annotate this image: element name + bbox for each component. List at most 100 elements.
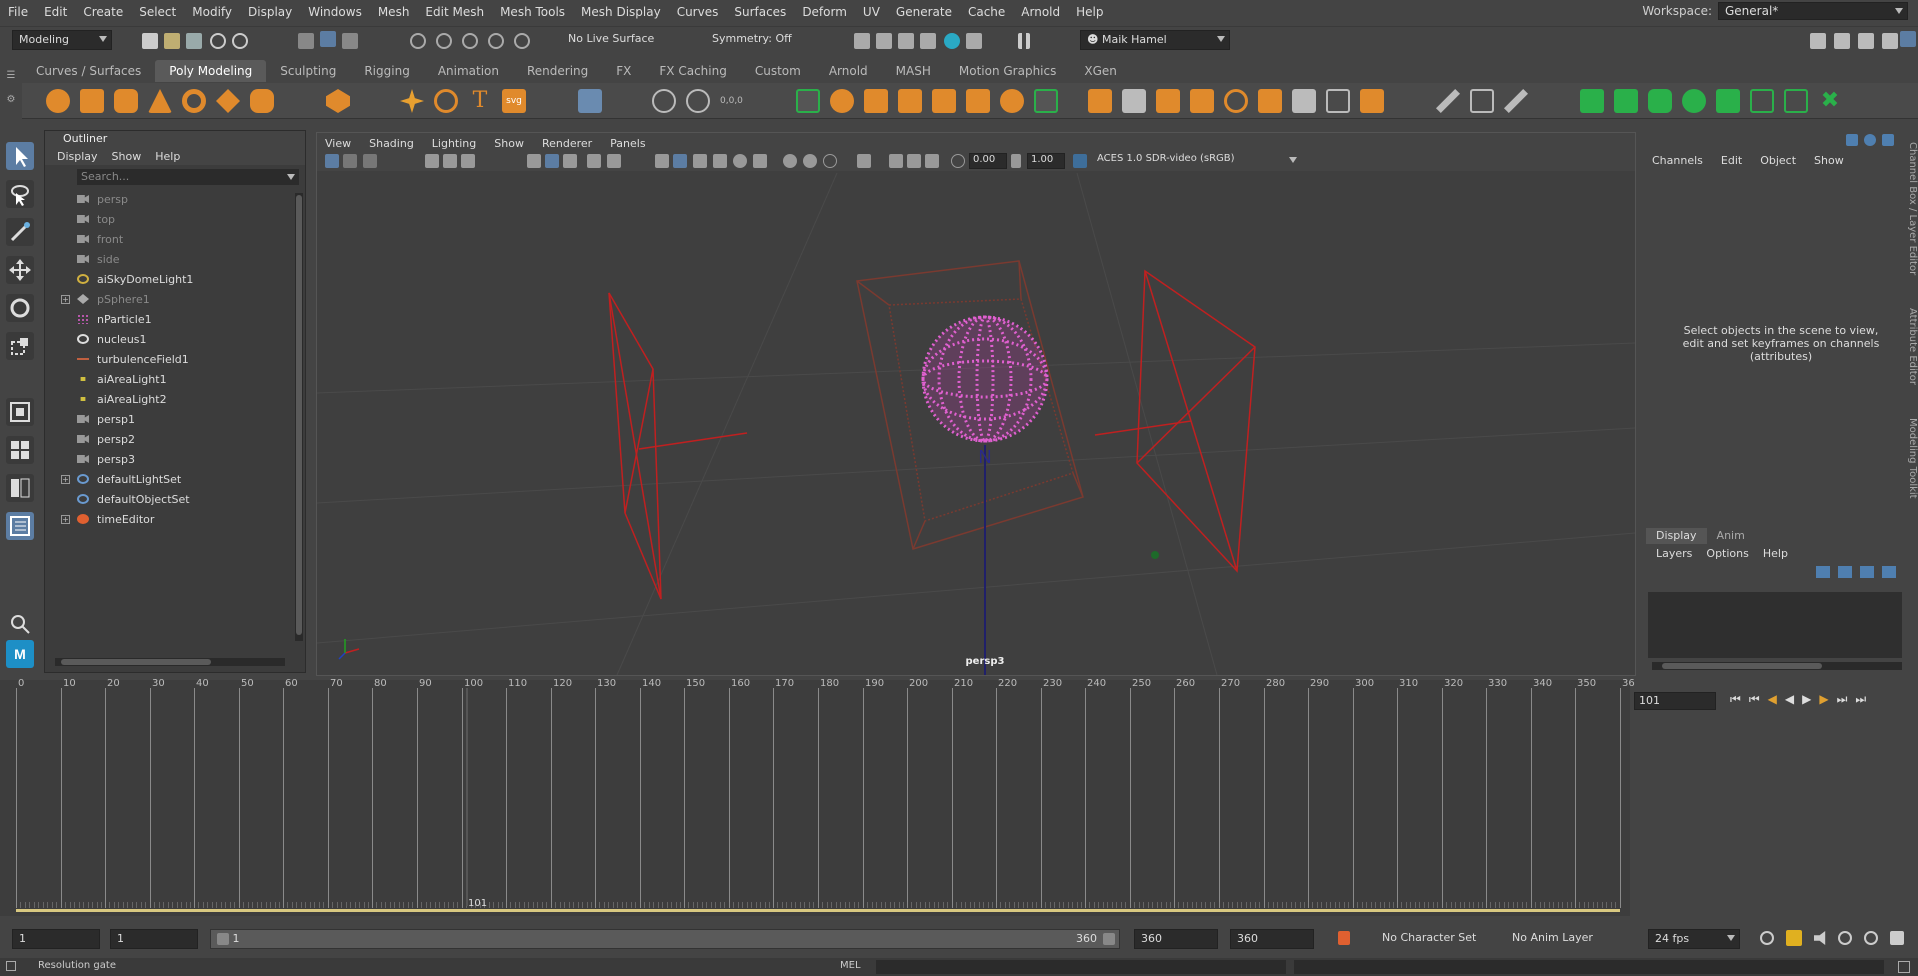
viewport-scene[interactable]: N persp3 — [316, 172, 1636, 676]
workspace-dropdown[interactable]: General* — [1718, 2, 1908, 20]
fps-dropdown[interactable]: 24 fps — [1648, 929, 1740, 949]
character-set-dropdown[interactable]: No Character Set — [1376, 929, 1496, 949]
collapse-icon[interactable] — [1292, 89, 1316, 113]
mel-label[interactable]: MEL — [840, 960, 861, 971]
menu-file[interactable]: File — [0, 0, 36, 24]
tab-arnold[interactable]: Arnold — [815, 60, 882, 82]
expand-icon[interactable]: + — [61, 514, 70, 524]
redo-icon[interactable] — [232, 33, 248, 49]
snap-projected-icon[interactable] — [488, 33, 504, 49]
anim-layer-dropdown[interactable]: No Anim Layer — [1506, 929, 1626, 949]
move-tool-icon[interactable] — [6, 256, 34, 284]
append-icon[interactable] — [1190, 89, 1214, 113]
outliner-item[interactable]: aiAreaLight2 — [45, 389, 305, 409]
bookmarks-icon[interactable] — [363, 154, 377, 168]
user-account-dropdown[interactable]: ☻ Maik Hamel — [1080, 30, 1230, 50]
smooth-shade-icon[interactable] — [673, 154, 687, 168]
super-shape-icon[interactable] — [400, 89, 424, 113]
outliner-item[interactable]: + timeEditor — [45, 509, 305, 529]
snap-grid-icon[interactable] — [410, 33, 426, 49]
multi-cut-icon[interactable] — [1436, 89, 1460, 113]
current-frame-field[interactable]: 101 — [1634, 692, 1716, 710]
menu-arnold[interactable]: Arnold — [1013, 0, 1068, 24]
cylindrical-map-icon[interactable] — [1648, 89, 1672, 113]
outliner-search-input[interactable]: Search... — [77, 169, 299, 185]
tab-modeling-toolkit[interactable]: Modeling Toolkit — [1902, 418, 1918, 518]
tab-attribute-editor[interactable]: Attribute Editor — [1902, 308, 1918, 398]
tab-display[interactable]: Display — [1646, 528, 1707, 544]
snap-point-icon[interactable] — [462, 33, 478, 49]
undo-icon[interactable] — [210, 33, 226, 49]
svg-icon[interactable]: svg — [502, 89, 526, 113]
tab-mash[interactable]: MASH — [882, 60, 945, 82]
tab-rigging[interactable]: Rigging — [350, 60, 423, 82]
tab-rendering[interactable]: Rendering — [513, 60, 602, 82]
poly-cylinder-icon[interactable] — [114, 89, 138, 113]
paint-select-tool-icon[interactable] — [6, 218, 34, 246]
tab-channel-box-layer-editor[interactable]: Channel Box / Layer Editor — [1902, 142, 1918, 282]
menu-surfaces[interactable]: Surfaces — [726, 0, 794, 24]
poly-type-icon[interactable]: T — [468, 89, 492, 113]
pause-icon[interactable] — [1018, 33, 1030, 49]
render-view-icon[interactable] — [920, 33, 936, 49]
outliner-item[interactable]: front — [45, 229, 305, 249]
platonic-solid-icon[interactable] — [326, 89, 350, 113]
tab-fx[interactable]: FX — [602, 60, 645, 82]
menu-uv[interactable]: UV — [855, 0, 888, 24]
menu-cache[interactable]: Cache — [960, 0, 1013, 24]
motion-blur-icon[interactable] — [803, 154, 817, 168]
poly-cube-icon[interactable] — [80, 89, 104, 113]
range-start-handle[interactable] — [217, 933, 229, 945]
scale-tool-icon[interactable] — [6, 332, 34, 360]
persp-outliner-layout-icon[interactable] — [6, 474, 34, 502]
modeling-toolkit-icon[interactable] — [1810, 33, 1826, 49]
tab-anim[interactable]: Anim — [1707, 528, 1755, 544]
poly-sphere-icon[interactable] — [46, 89, 70, 113]
open-scene-icon[interactable] — [164, 33, 180, 49]
rotate-tool-icon[interactable] — [6, 294, 34, 322]
animation-end-field[interactable]: 360 — [1230, 929, 1314, 949]
outliner-scrollbar[interactable] — [295, 193, 303, 641]
isolate-select-icon[interactable] — [857, 154, 871, 168]
select-component-icon[interactable] — [342, 33, 358, 49]
new-empty-layer-icon[interactable] — [1860, 566, 1874, 578]
ambient-occlusion-icon[interactable] — [783, 154, 797, 168]
four-view-layout-icon[interactable] — [6, 436, 34, 464]
outliner-menu-display[interactable]: Display — [57, 150, 98, 163]
menu-set-dropdown[interactable]: Modeling — [12, 30, 112, 50]
xray-components-icon[interactable] — [925, 154, 939, 168]
gate-mask-icon[interactable] — [587, 154, 601, 168]
playback-start-field[interactable]: 1 — [110, 929, 198, 949]
insert-edge-loop-icon[interactable] — [1470, 89, 1494, 113]
outliner-item[interactable]: persp2 — [45, 429, 305, 449]
channel-box-toggle-icon[interactable] — [1846, 134, 1858, 146]
color-management-icon[interactable] — [1073, 154, 1087, 168]
smooth-icon[interactable] — [830, 89, 854, 113]
planar-map-icon[interactable] — [1614, 89, 1638, 113]
menu-mesh-display[interactable]: Mesh Display — [573, 0, 669, 24]
gamma-icon[interactable] — [1011, 154, 1021, 168]
outliner-item[interactable]: turbulenceField1 — [45, 349, 305, 369]
layer-list[interactable] — [1648, 592, 1902, 658]
separate-icon[interactable] — [686, 89, 710, 113]
snap-curve-icon[interactable] — [436, 33, 452, 49]
viewport-menu-shading[interactable]: Shading — [369, 137, 414, 150]
menu-deform[interactable]: Deform — [794, 0, 855, 24]
retopo-icon[interactable] — [1000, 89, 1024, 113]
outliner-item[interactable]: nParticle1 — [45, 309, 305, 329]
grease-pencil-icon[interactable] — [461, 154, 475, 168]
channel-menu-show[interactable]: Show — [1814, 154, 1844, 167]
live-surface-field[interactable]: No Live Surface — [562, 30, 672, 50]
settings-icon[interactable] — [1864, 931, 1878, 945]
play-forwards-icon[interactable]: ▶ — [1802, 692, 1811, 707]
uv-editor-icon[interactable] — [1580, 89, 1604, 113]
snap-view-plane-icon[interactable] — [514, 33, 530, 49]
outliner-item[interactable]: persp1 — [45, 409, 305, 429]
outliner-horizontal-scrollbar[interactable] — [55, 658, 285, 666]
poly-cone-icon[interactable] — [148, 89, 172, 113]
tab-animation[interactable]: Animation — [424, 60, 513, 82]
tool-settings-icon[interactable] — [1858, 33, 1874, 49]
xray-joints-icon[interactable] — [907, 154, 921, 168]
viewport-menu-lighting[interactable]: Lighting — [432, 137, 476, 150]
use-all-lights-icon[interactable] — [733, 154, 747, 168]
